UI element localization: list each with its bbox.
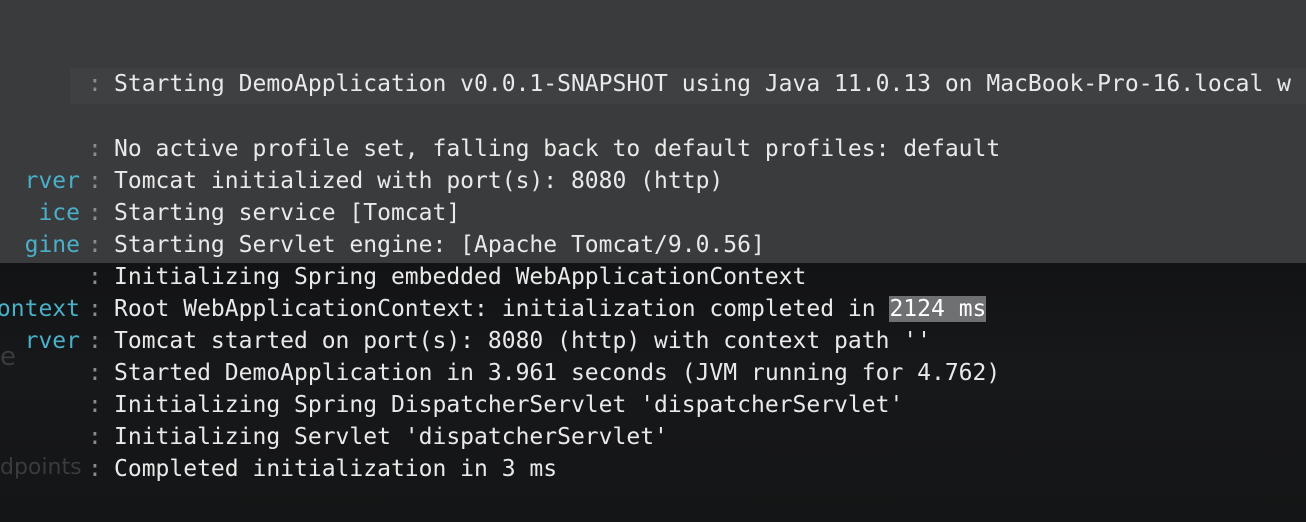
log-message: Starting service [Tomcat] <box>114 200 461 226</box>
log-message: Root WebApplicationContext: initializati… <box>114 293 987 325</box>
log-line: : Initializing Servlet 'dispatcherServle… <box>0 421 1306 453</box>
log-line: rver : Tomcat initialized with port(s): … <box>0 165 1306 197</box>
log-line: ice : Starting service [Tomcat] <box>0 197 1306 229</box>
log-message: Started DemoApplication in 3.961 seconds… <box>114 360 1001 386</box>
log-separator: : <box>88 296 102 322</box>
log-message: Tomcat started on port(s): 8080 (http) w… <box>114 328 931 354</box>
log-separator: : <box>88 456 102 482</box>
log-line: rver : Tomcat started on port(s): 8080 (… <box>0 325 1306 357</box>
log-separator: : <box>88 392 102 418</box>
log-logger-name: ice <box>38 200 80 226</box>
log-separator: : <box>88 232 102 258</box>
selected-text-highlight[interactable]: 2124 ms <box>889 296 987 322</box>
log-line: : Starting DemoApplication v0.0.1-SNAPSH… <box>0 68 1306 100</box>
log-line: : No active profile set, falling back to… <box>0 133 1306 165</box>
log-separator: : <box>88 71 102 97</box>
log-separator: : <box>88 328 102 354</box>
log-separator: : <box>88 200 102 226</box>
log-message: Starting Servlet engine: [Apache Tomcat/… <box>114 232 765 258</box>
log-message: Tomcat initialized with port(s): 8080 (h… <box>114 168 724 194</box>
log-separator: : <box>88 264 102 290</box>
log-message-text: Root WebApplicationContext: initializati… <box>114 296 890 322</box>
log-line: : Initializing Spring DispatcherServlet … <box>0 389 1306 421</box>
log-separator: : <box>88 168 102 194</box>
log-separator: : <box>88 424 102 450</box>
log-separator: : <box>88 136 102 162</box>
console-log-output[interactable]: : Starting DemoApplication v0.0.1-SNAPSH… <box>0 68 1306 485</box>
log-message: Initializing Spring DispatcherServlet 'd… <box>114 392 904 418</box>
log-logger-name: rver <box>24 328 80 354</box>
log-separator: : <box>88 360 102 386</box>
log-logger-name: ontext <box>0 296 80 322</box>
log-line: : Started DemoApplication in 3.961 secon… <box>0 357 1306 389</box>
log-line: : Initializing Spring embedded WebApplic… <box>0 261 1306 293</box>
log-message: Completed initialization in 3 ms <box>114 456 558 482</box>
log-line: gine : Starting Servlet engine: [Apache … <box>0 229 1306 261</box>
log-line: ontext : Root WebApplicationContext: ini… <box>0 293 1306 325</box>
log-message: Starting DemoApplication v0.0.1-SNAPSHOT… <box>114 71 1292 97</box>
log-line: : Completed initialization in 3 ms <box>0 453 1306 485</box>
log-logger-name: gine <box>24 232 80 258</box>
log-message: No active profile set, falling back to d… <box>114 136 1001 162</box>
log-message: Initializing Servlet 'dispatcherServlet' <box>114 424 668 450</box>
log-logger-name: rver <box>24 168 80 194</box>
log-message: Initializing Spring embedded WebApplicat… <box>114 264 807 290</box>
